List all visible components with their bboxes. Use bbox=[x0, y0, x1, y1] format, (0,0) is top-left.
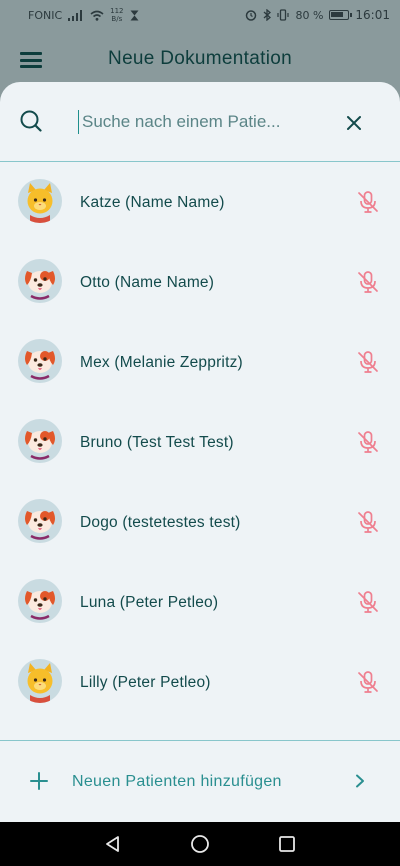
patient-row[interactable]: Mex (Melanie Zeppritz) bbox=[0, 322, 400, 402]
bluetooth-icon bbox=[264, 9, 272, 21]
app-screen: FONIC 112 B/s 80 % 16:01 Neue Dokumentat… bbox=[0, 0, 400, 866]
dog-avatar-icon bbox=[18, 339, 62, 383]
cat-avatar-icon bbox=[18, 659, 62, 703]
patient-name: Luna (Peter Petleo) bbox=[80, 594, 219, 611]
patient-list: Katze (Name Name) Otto (Name Name) Mex (… bbox=[0, 162, 400, 722]
mic-off-icon[interactable] bbox=[356, 270, 380, 294]
dog-avatar-icon bbox=[18, 579, 62, 623]
battery-icon bbox=[329, 10, 353, 20]
add-patient-button[interactable]: Neuen Patienten hinzufügen bbox=[0, 740, 400, 822]
close-icon bbox=[347, 116, 361, 130]
home-circle-icon bbox=[191, 835, 209, 853]
status-right: 80 % 16:01 bbox=[245, 8, 390, 22]
patient-name: Dogo (testetestes test) bbox=[80, 514, 241, 531]
mic-off-icon[interactable] bbox=[356, 350, 380, 374]
back-triangle-icon bbox=[106, 836, 120, 852]
recents-square-icon bbox=[278, 836, 295, 852]
signal-icon bbox=[68, 9, 83, 21]
status-left: FONIC 112 B/s bbox=[28, 7, 139, 23]
search-icon bbox=[20, 110, 42, 132]
app-bar: Neue Dokumentation bbox=[0, 30, 400, 88]
patient-name: Otto (Name Name) bbox=[80, 274, 215, 291]
patient-row[interactable]: Dogo (testetestes test) bbox=[0, 482, 400, 562]
patient-row[interactable]: Luna (Peter Petleo) bbox=[0, 562, 400, 642]
alarm-icon bbox=[246, 10, 257, 21]
mic-off-icon[interactable] bbox=[356, 590, 380, 614]
battery-percent: 80 % bbox=[295, 8, 324, 22]
back-button[interactable] bbox=[102, 833, 124, 855]
carrier-label: FONIC bbox=[28, 8, 63, 22]
patient-name: Lilly (Peter Petleo) bbox=[80, 674, 211, 691]
patient-picker-sheet: Katze (Name Name) bbox=[0, 82, 400, 822]
dog-avatar-icon bbox=[18, 419, 62, 463]
patient-row[interactable]: Bruno (Test Test Test) bbox=[0, 402, 400, 482]
network-speed: 112 B/s bbox=[110, 7, 123, 23]
dog-avatar-icon bbox=[18, 259, 62, 303]
patient-name: Bruno (Test Test Test) bbox=[80, 434, 234, 451]
status-bar: FONIC 112 B/s 80 % 16:01 bbox=[0, 0, 400, 30]
plus-icon bbox=[30, 772, 48, 790]
clock: 16:01 bbox=[355, 8, 390, 22]
patient-row[interactable]: Lilly (Peter Petleo) bbox=[0, 642, 400, 722]
mic-off-icon[interactable] bbox=[356, 670, 380, 694]
patient-row[interactable]: Katze (Name Name) bbox=[0, 162, 400, 242]
mic-off-icon[interactable] bbox=[356, 430, 380, 454]
page-title: Neue Dokumentation bbox=[108, 48, 292, 69]
patient-name: Katze (Name Name) bbox=[80, 194, 225, 211]
mic-off-icon[interactable] bbox=[356, 510, 380, 534]
vibrate-icon bbox=[277, 9, 290, 21]
add-patient-label: Neuen Patienten hinzufügen bbox=[72, 773, 282, 790]
patient-row[interactable]: Otto (Name Name) bbox=[0, 242, 400, 322]
search-bar bbox=[0, 82, 400, 162]
wifi-icon bbox=[90, 10, 104, 21]
hamburger-icon[interactable] bbox=[20, 52, 42, 68]
cat-avatar-icon bbox=[18, 179, 62, 223]
search-input[interactable] bbox=[78, 110, 294, 134]
recents-button[interactable] bbox=[276, 833, 298, 855]
hourglass-icon bbox=[130, 10, 139, 20]
chevron-right-icon bbox=[356, 774, 364, 788]
net-speed-unit: B/s bbox=[111, 15, 123, 23]
home-button[interactable] bbox=[189, 833, 211, 855]
close-button[interactable] bbox=[343, 112, 365, 134]
dog-avatar-icon bbox=[18, 499, 62, 543]
patient-name: Mex (Melanie Zeppritz) bbox=[80, 354, 243, 371]
net-speed-value: 112 bbox=[110, 7, 124, 15]
mic-off-icon[interactable] bbox=[356, 190, 380, 214]
system-nav-bar bbox=[0, 822, 400, 866]
